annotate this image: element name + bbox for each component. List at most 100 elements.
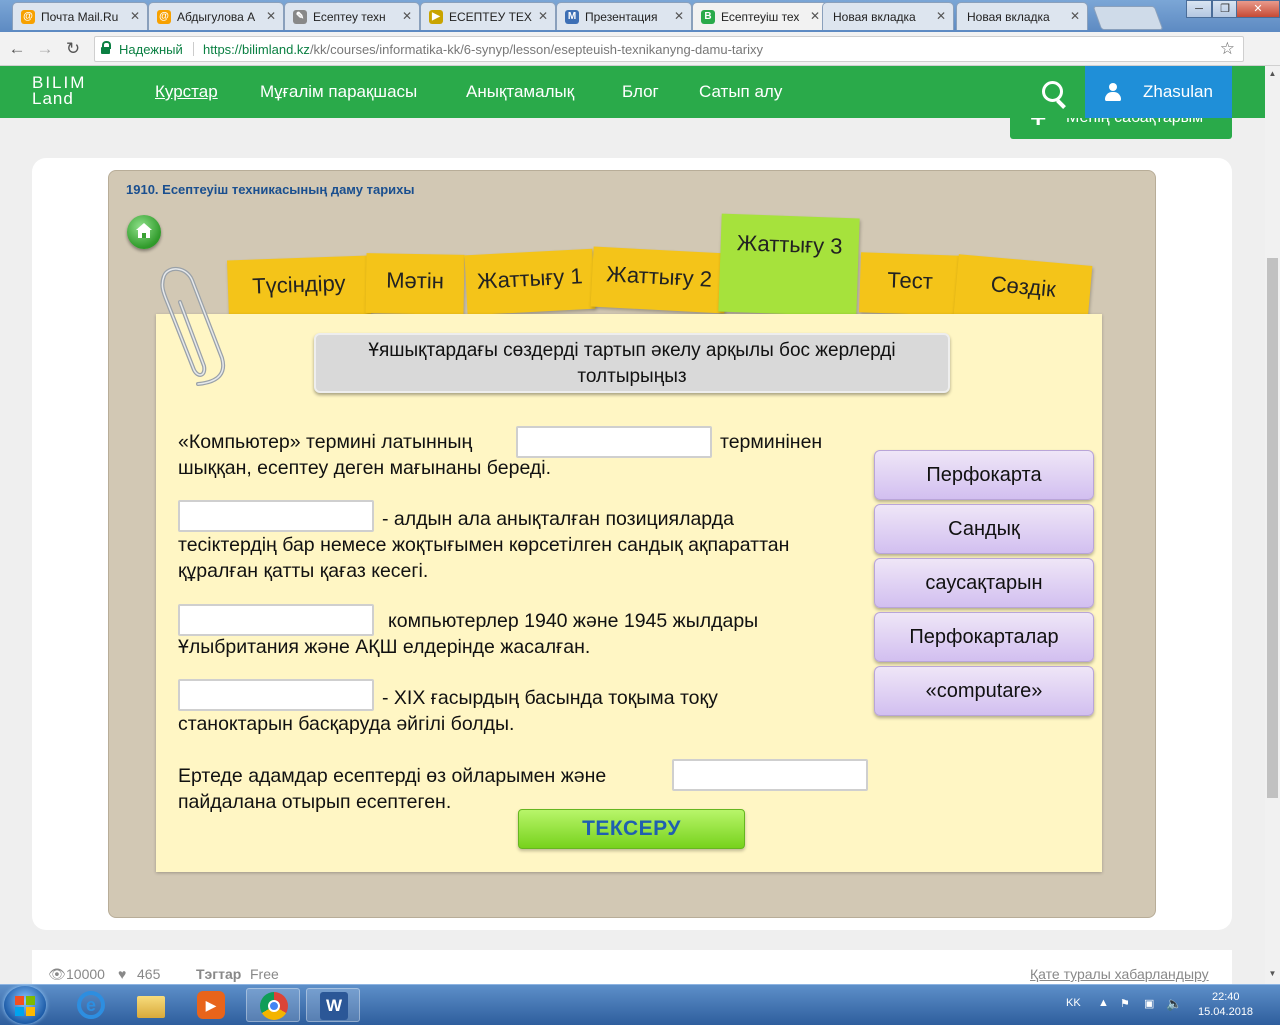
taskbar-explorer[interactable] [124,988,178,1022]
lesson-title: 1910. Есептеуіш техникасының даму тарихы [126,182,415,197]
url-separator [193,42,194,56]
nav-teacher-page[interactable]: Мұғалім парақшасы [260,82,417,102]
tab-close-icon[interactable]: ✕ [1070,9,1080,23]
tab-test[interactable]: Тест [858,252,962,316]
browser-tab[interactable]: M Презентация ✕ [556,2,692,30]
q2-text-rest: тесіктердің бар немесе жоқтығымен көрсет… [178,534,790,582]
action-center-icon[interactable]: ⚑ [1120,997,1130,1010]
clock-date[interactable]: 15.04.2018 [1198,1006,1253,1018]
option-computare[interactable]: «computare» [874,666,1094,716]
search-icon[interactable] [1042,81,1063,102]
user-menu[interactable]: Zhasulan [1085,66,1232,118]
taskbar-media[interactable]: ▶ [184,988,238,1022]
lock-body-icon [101,47,110,54]
paperclip-icon [160,267,226,386]
tray-arrow-icon[interactable]: ▲ [1098,997,1109,1009]
taskbar-chrome[interactable] [246,988,300,1022]
nav-courses[interactable]: Курстар [155,82,218,102]
scroll-up-icon[interactable]: ▲ [1265,66,1280,81]
option-sausaktaryn[interactable]: саусақтарын [874,558,1094,608]
close-window-button[interactable]: ✕ [1236,0,1280,18]
taskbar-ie[interactable]: e [64,988,118,1022]
site-header: BILIM Land Курстар Мұғалім парақшасы Аны… [0,66,1265,118]
volume-icon[interactable]: 🔈 [1166,996,1182,1012]
instruction-box: Ұяшықтардағы сөздерді тартып әкелу арқыл… [314,333,950,393]
word-icon: W [320,992,348,1020]
tab-title: Новая вкладка [833,10,916,24]
bookmark-star-icon[interactable]: ☆ [1220,39,1235,59]
url-text: https://bilimland.kz/kk/courses/informat… [203,42,763,57]
lesson-footer: 👁 10000 ♥ 465 Тэгтар Free Қате туралы ха… [32,950,1232,984]
heart-icon[interactable]: ♥ [118,966,126,982]
tab-title: Почта Mail.Ru [41,10,119,24]
browser-tab[interactable]: ✎ Есептеу техн ✕ [284,2,420,30]
language-indicator[interactable]: KK [1066,997,1081,1009]
q1-drop-field[interactable] [516,426,712,458]
new-tab-button[interactable] [1092,6,1164,30]
browser-tab[interactable]: @ Почта Mail.Ru ✕ [12,2,148,30]
tab-text[interactable]: Мәтін [365,253,465,315]
q3-drop-field[interactable] [178,604,374,636]
tab-favicon-icon: B [701,10,715,24]
address-toolbar: ← → ↻ Надежный https://bilimland.kz/kk/c… [0,32,1280,94]
browser-tab[interactable]: B Есептеуіш тех ✕ [692,2,828,30]
q5-drop-field[interactable] [672,759,868,791]
option-sandyk[interactable]: Сандық [874,504,1094,554]
q3-text-after: компьютерлер 1940 және 1945 жылдары [388,610,759,632]
system-tray: KK ▲ ⚑ ▣ 🔈 22:40 15.04.2018 [1060,985,1280,1025]
tab-close-icon[interactable]: ✕ [538,9,548,23]
q4-text-rest: станоктарын басқаруда әйгілі болды. [178,713,515,735]
tab-close-icon[interactable]: ✕ [674,9,684,23]
windows-start-button[interactable] [4,986,46,1024]
user-name: Zhasulan [1143,82,1213,101]
tab-close-icon[interactable]: ✕ [130,9,140,23]
network-icon[interactable]: ▣ [1144,997,1154,1010]
tab-close-icon[interactable]: ✕ [266,9,276,23]
tab-title: Новая вкладка [967,10,1050,24]
views-count: 10000 [66,966,105,982]
tab-favicon-icon: M [565,10,579,24]
option-perfokartalar[interactable]: Перфокарталар [874,612,1094,662]
scroll-down-icon[interactable]: ▼ [1265,966,1280,981]
browser-tab[interactable]: ▶ ЕСЕПТЕУ ТЕХ ✕ [420,2,556,30]
report-error-link[interactable]: Қате туралы хабарландыру [1030,966,1209,982]
url-bar[interactable]: Надежный https://bilimland.kz/kk/courses… [94,36,1244,62]
folder-icon [137,996,165,1018]
clock-time[interactable]: 22:40 [1212,991,1240,1003]
tags-value[interactable]: Free [250,966,279,982]
tab-explanation[interactable]: Түсіндіру [226,255,372,321]
nav-reference[interactable]: Анықтамалық [466,82,574,102]
tab-exercise-1[interactable]: Жаттығу 1 [464,248,596,316]
tab-title: Презентация [585,10,658,24]
browser-tab[interactable]: Новая вкладка ✕ [956,2,1088,30]
tab-exercise-3[interactable]: Жаттығу 3 [718,213,860,317]
check-button[interactable]: ТЕКСЕРУ [518,809,745,849]
bilimland-logo[interactable]: BILIM Land [32,74,86,107]
taskbar-word[interactable]: W [306,988,360,1022]
page-scrollbar[interactable]: ▲ ▼ [1265,66,1280,984]
option-perfokarta[interactable]: Перфокарта [874,450,1094,500]
minimize-button[interactable]: ─ [1186,0,1212,18]
reload-icon[interactable]: ↻ [62,38,84,60]
tab-title: ЕСЕПТЕУ ТЕХ [449,10,532,24]
q4-drop-field[interactable] [178,679,374,711]
url-host: https://bilimland.kz [203,42,310,57]
tab-close-icon[interactable]: ✕ [402,9,412,23]
browser-tab[interactable]: Новая вкладка ✕ [822,2,954,30]
scroll-thumb[interactable] [1267,258,1278,798]
nav-blog[interactable]: Блог [622,82,659,102]
tab-exercise-2[interactable]: Жаттығу 2 [590,246,728,314]
back-arrow-icon[interactable]: ← [6,38,28,60]
q2-drop-field[interactable] [178,500,374,532]
nav-buy[interactable]: Сатып алу [699,82,782,102]
tab-favicon-icon: ✎ [293,10,307,24]
maximize-button[interactable]: ❐ [1212,0,1238,18]
browser-tab[interactable]: @ Абдыгулова А ✕ [148,2,284,30]
tab-close-icon[interactable]: ✕ [936,9,946,23]
q5-text-rest: пайдалана отырып есептеген. [178,791,452,813]
forward-arrow-icon[interactable]: → [34,38,56,60]
browser-tab-strip: @ Почта Mail.Ru ✕ @ Абдыгулова А ✕ ✎ Есептеу те… [0,0,1280,32]
q1-text-before: «Компьютер» термині латынның [178,431,473,453]
tab-close-icon[interactable]: ✕ [810,9,820,23]
home-icon[interactable] [127,215,161,249]
